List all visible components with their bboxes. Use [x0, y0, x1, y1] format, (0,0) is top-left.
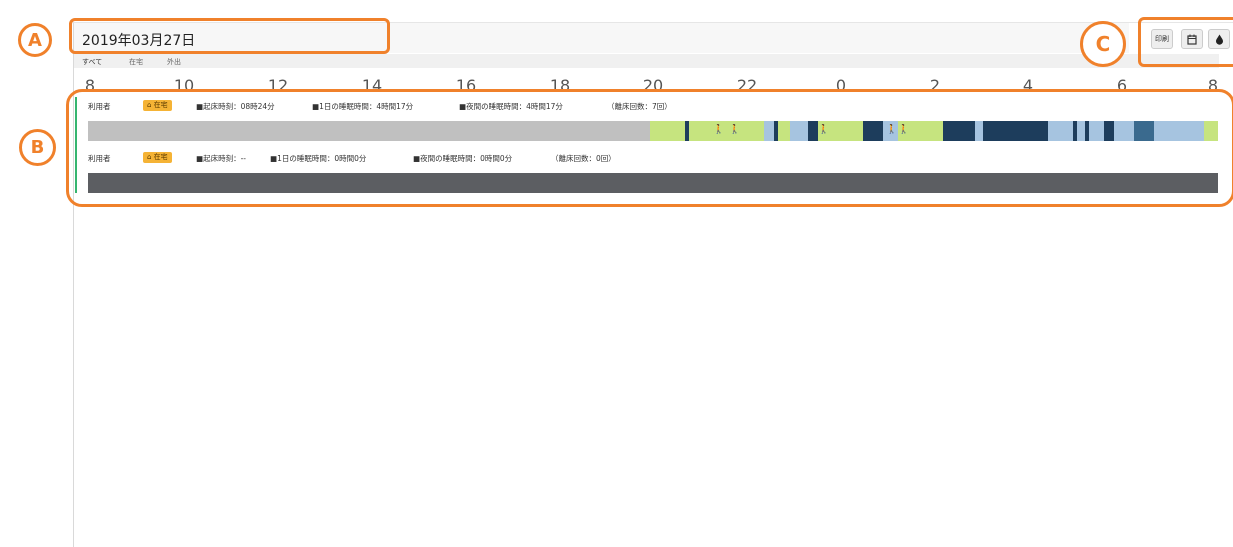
callout-box-c — [1138, 17, 1233, 67]
filter-tabs — [74, 54, 1219, 68]
callout-box-a — [69, 18, 390, 54]
callout-marker-c: C — [1080, 21, 1126, 67]
callout-box-b — [66, 89, 1233, 207]
tab-home[interactable]: 在宅 — [129, 57, 143, 67]
tab-all[interactable]: すべて — [82, 57, 102, 67]
tab-out[interactable]: 外出 — [167, 57, 181, 67]
callout-marker-a: A — [18, 23, 52, 57]
callout-marker-b: B — [19, 129, 56, 166]
